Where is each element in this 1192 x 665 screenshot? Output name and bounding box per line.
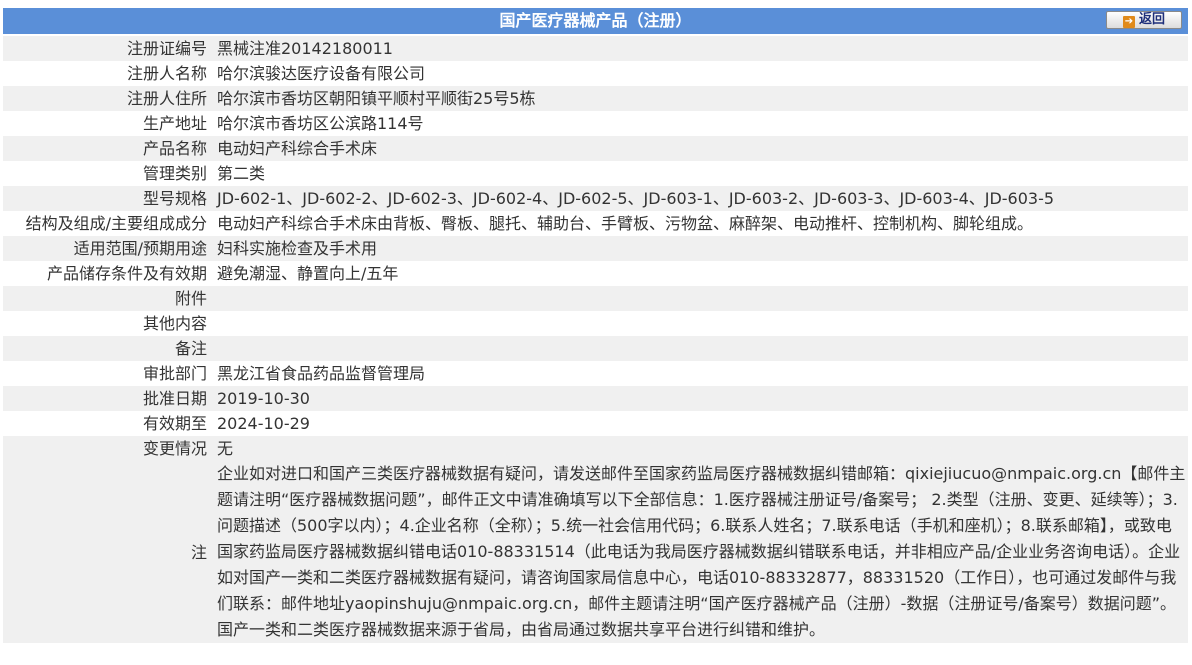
- field-value: 哈尔滨市香坊区公滨路114号: [215, 111, 1188, 136]
- field-label: 产品储存条件及有效期: [3, 261, 215, 286]
- field-label: 注册人名称: [3, 61, 215, 86]
- note-text: 企业如对进口和国产三类医疗器械数据有疑问，请发送邮件至国家药监局医疗器械数据纠错…: [215, 461, 1188, 643]
- field-value: 妇科实施检查及手术用: [215, 236, 1188, 261]
- table-row: 产品储存条件及有效期 避免潮湿、静置向上/五年: [3, 261, 1188, 286]
- table-row: 备注: [3, 336, 1188, 361]
- field-label: 有效期至: [3, 411, 215, 436]
- page-header: 国产医疗器械产品（注册） ➔ 返回: [3, 8, 1188, 34]
- back-button-label: 返回: [1138, 12, 1165, 27]
- field-value: [215, 311, 1188, 336]
- table-row: 批准日期 2019-10-30: [3, 386, 1188, 411]
- field-label: 附件: [3, 286, 215, 311]
- field-label: 注册人住所: [3, 86, 215, 111]
- field-label: 生产地址: [3, 111, 215, 136]
- field-value: 哈尔滨骏达医疗设备有限公司: [215, 61, 1188, 86]
- table-row: 注册证编号 黑械注准20142180011: [3, 36, 1188, 61]
- field-label: 备注: [3, 336, 215, 361]
- field-label: 其他内容: [3, 311, 215, 336]
- arrow-right-icon: ➔: [1122, 16, 1135, 28]
- field-value: 第二类: [215, 161, 1188, 186]
- registration-detail-table: 注册证编号 黑械注准20142180011 注册人名称 哈尔滨骏达医疗设备有限公司 注册…: [3, 36, 1188, 643]
- field-label: 管理类别: [3, 161, 215, 186]
- table-row: 附件: [3, 286, 1188, 311]
- table-row: 型号规格 JD-602-1、JD-602-2、JD-602-3、JD-602-4、…: [3, 186, 1188, 211]
- field-label: 产品名称: [3, 136, 215, 161]
- table-row: 其他内容: [3, 311, 1188, 336]
- table-row: 变更情况无: [3, 436, 1188, 461]
- table-row: 审批部门 黑龙江省食品药品监督管理局: [3, 361, 1188, 386]
- field-value: JD-602-1、JD-602-2、JD-602-3、JD-602-4、JD-6…: [215, 186, 1188, 211]
- page: 国产医疗器械产品（注册） ➔ 返回 注册证编号 黑械注准20142180011 注册人…: [0, 0, 1192, 665]
- field-value: 2024-10-29: [215, 411, 1188, 436]
- field-label: 注册证编号: [3, 36, 215, 61]
- table-row: 结构及组成/主要组成成分 电动妇产科综合手术床由背板、臀板、腿托、辅助台、手臂板、…: [3, 211, 1188, 236]
- table-row: 有效期至 2024-10-29: [3, 411, 1188, 436]
- field-label: 适用范围/预期用途: [3, 236, 215, 261]
- field-value: 黑械注准20142180011: [215, 36, 1188, 61]
- field-label: 变更情况: [3, 436, 215, 461]
- field-value: 黑龙江省食品药品监督管理局: [215, 361, 1188, 386]
- field-value: 无: [215, 436, 1188, 461]
- field-label: 型号规格: [3, 186, 215, 211]
- field-label-note: 注: [3, 461, 215, 643]
- field-value: 电动妇产科综合手术床由背板、臀板、腿托、辅助台、手臂板、污物盆、麻醉架、电动推杆…: [215, 211, 1188, 236]
- back-button[interactable]: ➔ 返回: [1106, 11, 1182, 29]
- table-row: 注册人住所 哈尔滨市香坊区朝阳镇平顺村平顺街25号5栋: [3, 86, 1188, 111]
- field-value: 哈尔滨市香坊区朝阳镇平顺村平顺街25号5栋: [215, 86, 1188, 111]
- field-value: 避免潮湿、静置向上/五年: [215, 261, 1188, 286]
- field-value: [215, 336, 1188, 361]
- field-label: 审批部门: [3, 361, 215, 386]
- table-row: 管理类别 第二类: [3, 161, 1188, 186]
- field-value: 电动妇产科综合手术床: [215, 136, 1188, 161]
- field-label: 结构及组成/主要组成成分: [3, 211, 215, 236]
- table-row: 适用范围/预期用途 妇科实施检查及手术用: [3, 236, 1188, 261]
- table-row: 产品名称 电动妇产科综合手术床: [3, 136, 1188, 161]
- table-row: 注册人名称 哈尔滨骏达医疗设备有限公司: [3, 61, 1188, 86]
- field-value: 2019-10-30: [215, 386, 1188, 411]
- table-row: 生产地址 哈尔滨市香坊区公滨路114号: [3, 111, 1188, 136]
- table-row-note: 注 企业如对进口和国产三类医疗器械数据有疑问，请发送邮件至国家药监局医疗器械数据…: [3, 461, 1188, 643]
- field-value: [215, 286, 1188, 311]
- page-title: 国产医疗器械产品（注册）: [499, 11, 692, 30]
- field-label: 批准日期: [3, 386, 215, 411]
